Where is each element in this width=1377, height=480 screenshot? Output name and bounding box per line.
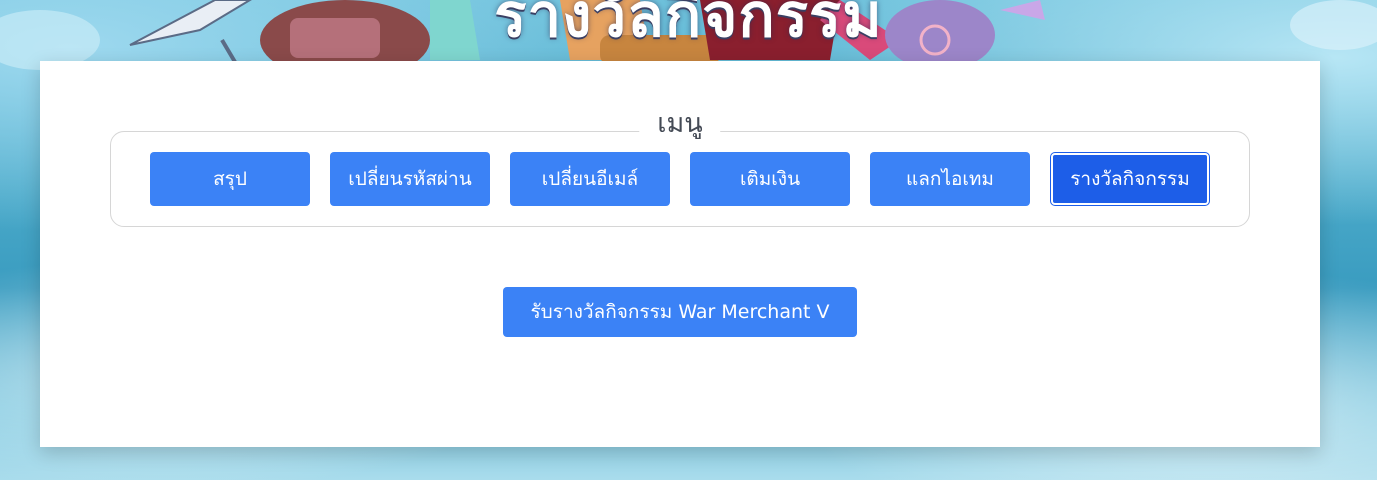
- menu-fieldset: เมนู สรุป เปลี่ยนรหัสผ่าน เปลี่ยนอีเมล์ …: [110, 106, 1250, 227]
- claim-event-reward-button[interactable]: รับรางวัลกิจกรรม War Merchant V: [503, 287, 857, 337]
- menu-button-summary[interactable]: สรุป: [150, 152, 310, 206]
- menu-button-row: สรุป เปลี่ยนรหัสผ่าน เปลี่ยนอีเมล์ เติมเ…: [150, 152, 1209, 206]
- menu-button-redeem-item[interactable]: แลกไอเทม: [870, 152, 1030, 206]
- content-panel: เมนู สรุป เปลี่ยนรหัสผ่าน เปลี่ยนอีเมล์ …: [40, 61, 1320, 447]
- header-banner: รางวัลกิจกรรม: [0, 0, 1377, 70]
- menu-button-event-rewards[interactable]: รางวัลกิจกรรม: [1051, 153, 1209, 205]
- menu-button-change-email[interactable]: เปลี่ยนอีเมล์: [510, 152, 670, 206]
- page-title: รางวัลกิจกรรม: [494, 0, 883, 51]
- menu-legend: เมนู: [639, 106, 721, 142]
- menu-button-change-password[interactable]: เปลี่ยนรหัสผ่าน: [330, 152, 490, 206]
- menu-button-topup[interactable]: เติมเงิน: [690, 152, 850, 206]
